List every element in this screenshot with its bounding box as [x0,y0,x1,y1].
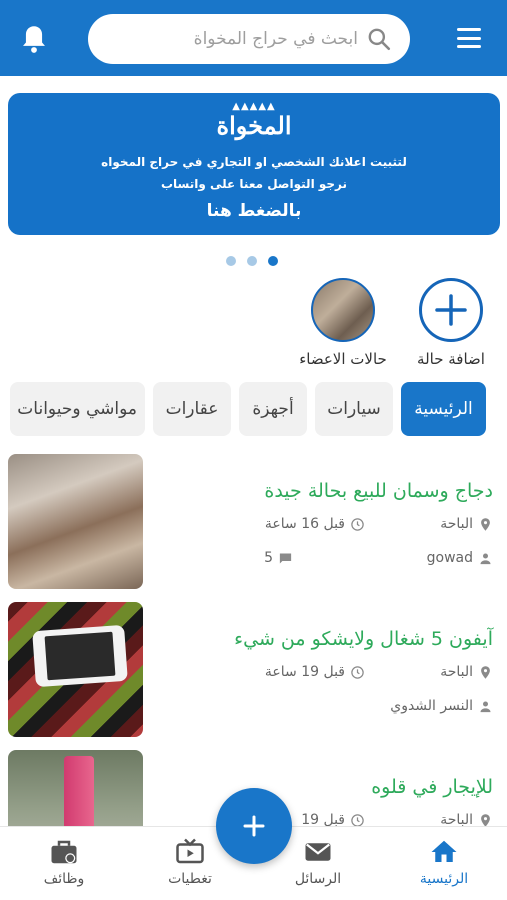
banner-logo: ▲▲▲▲▲ المخواة [216,101,292,141]
listing-title: آيفون 5 شغال ولايشكو من شيء [234,628,493,650]
search-placeholder: ابحث في حراج المخواة [193,29,358,49]
carousel-dot[interactable] [226,256,236,266]
nav-messages-label: الرسائل [294,871,342,887]
listing-comments: 5 [264,550,293,566]
members-status-button[interactable]: حالات الاعضاء [288,278,398,368]
slide-image [64,756,94,832]
tab-cars[interactable]: سيارات [315,382,393,436]
nav-coverage-label: تغطيات [168,871,212,887]
nav-home[interactable]: الرئيسية [394,837,494,887]
listing-time: قبل 19 ساعة [265,664,365,680]
carousel-dot[interactable] [247,256,257,266]
banner-line-1: لتثبيت اعلانك الشخصي او التجاري في حراج … [101,155,407,169]
nav-jobs[interactable]: وظائف [14,837,114,887]
nav-home-label: الرئيسية [419,871,469,887]
mail-icon [305,843,331,861]
app-header: ابحث في حراج المخواة [0,0,507,76]
notification-bell-icon[interactable] [20,24,48,54]
add-status-label: اضافة حالة [417,350,485,368]
location-pin-icon [481,517,490,531]
search-bar[interactable]: ابحث في حراج المخواة [88,14,410,64]
banner-line-2: نرجو التواصل معنا على واتساب [160,177,347,191]
comment-icon [279,553,292,563]
listing-user: gowad [427,550,493,566]
listing-title: للإيجار في قلوه [371,776,493,798]
plus-icon [243,815,265,837]
add-status-button[interactable]: اضافة حالة [396,278,506,368]
promo-banner[interactable]: ▲▲▲▲▲ المخواة لتثبيت اعلانك الشخصي او ال… [8,93,500,235]
phone-image [32,624,128,688]
tv-icon [176,838,204,864]
listing-location: الباحة [440,664,493,680]
members-status-label: حالات الاعضاء [299,350,387,368]
carousel-dots [226,256,278,266]
members-status-thumbnail [311,278,375,342]
listing-user: النسر الشدوي [390,698,493,714]
carousel-dot-active[interactable] [268,256,278,266]
tab-livestock[interactable]: مواشي وحيوانات [10,382,145,436]
tab-home[interactable]: الرئيسية [401,382,486,436]
user-icon [480,701,491,712]
listing-location: الباحة [440,516,493,532]
nav-jobs-label: وظائف [43,871,85,887]
add-status-circle [419,278,483,342]
clock-icon [351,665,364,679]
listing-title: دجاج وسمان للبيع بحالة جيدة [264,480,493,502]
listing-thumbnail [8,454,143,589]
listing-thumbnail [8,602,143,737]
tab-real-estate[interactable]: عقارات [153,382,231,436]
listing-item[interactable]: دجاج وسمان للبيع بحالة جيدة الباحة قبل 1… [0,454,507,589]
add-listing-button[interactable] [216,788,292,864]
briefcase-icon [51,840,77,864]
category-tabs: الرئيسية سيارات أجهزة عقارات مواشي وحيوا… [0,382,507,436]
home-icon [431,840,457,862]
menu-icon[interactable] [457,28,481,48]
listing-item[interactable]: آيفون 5 شغال ولايشكو من شيء الباحة قبل 1… [0,602,507,737]
location-pin-icon [481,665,490,679]
tab-devices[interactable]: أجهزة [239,382,307,436]
search-icon [368,28,391,51]
user-icon [480,553,491,564]
plus-icon [435,294,467,326]
banner-cta[interactable]: بالضغط هنا [8,201,500,221]
listing-time: قبل 16 ساعة [265,516,365,532]
clock-icon [351,517,364,531]
